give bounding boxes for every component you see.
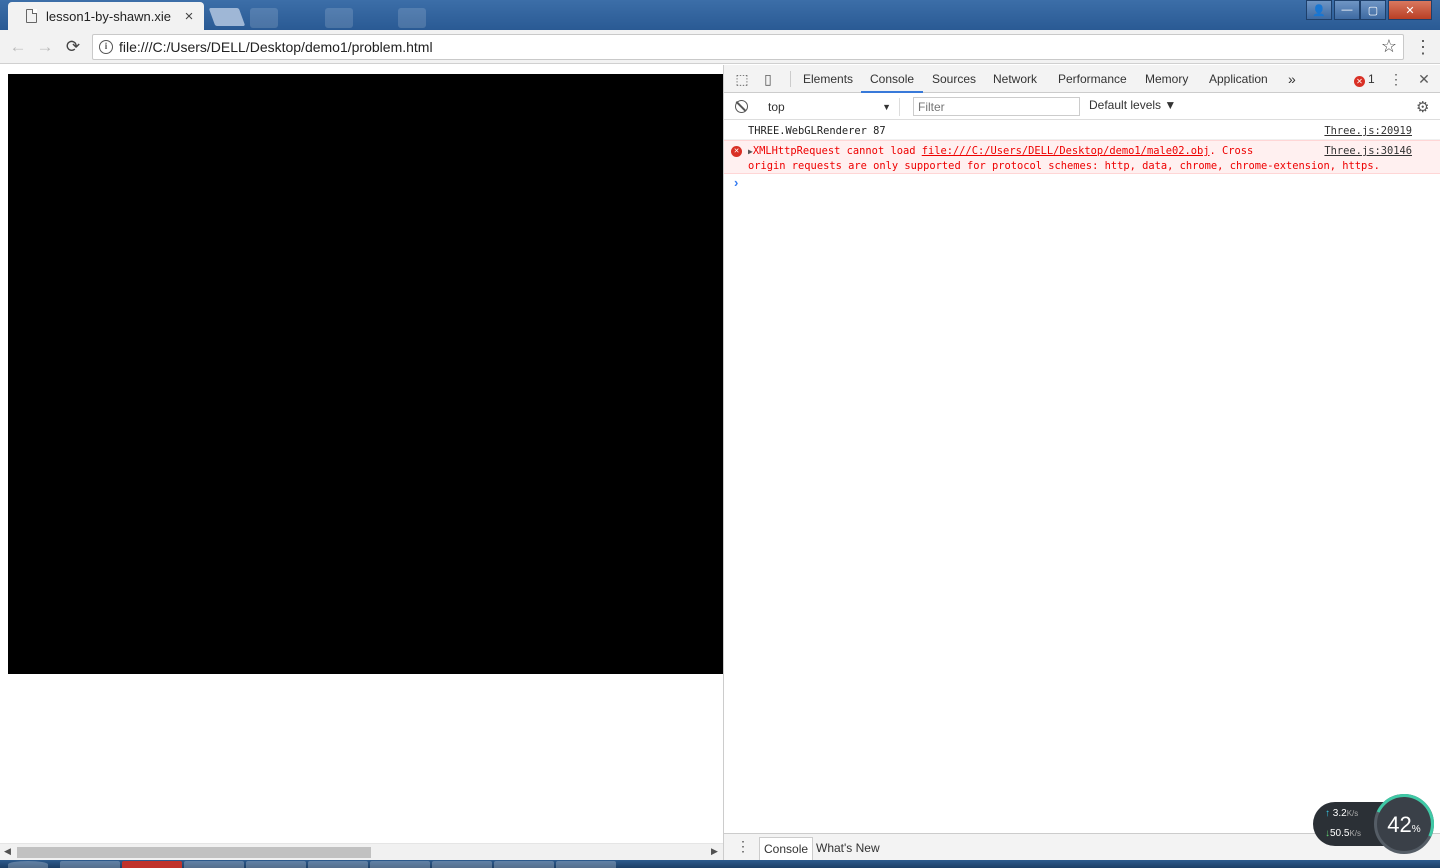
webgl-canvas[interactable] [8,74,723,674]
source-link[interactable]: Three.js:20919 [1324,124,1412,138]
browser-toolbar: ← → ⟳ i file:///C:/Users/DELL/Desktop/de… [0,30,1440,64]
error-icon: ✕ [1354,76,1365,87]
tab-console[interactable]: Console [861,65,924,93]
os-taskbar [0,860,1440,868]
minimize-button[interactable]: — [1334,0,1360,20]
context-selector[interactable]: top ▼ [760,98,900,116]
error-prefix: XMLHttpRequest cannot load [752,145,922,157]
console-message-log: THREE.WebGLRenderer 87 Three.js:20919 [724,121,1440,140]
drawer-tab-whats-new[interactable]: What's New [812,837,884,861]
console-output: THREE.WebGLRenderer 87 Three.js:20919 ✕ … [724,121,1440,192]
more-tabs-icon[interactable]: » [1288,65,1296,93]
page-viewport [0,65,723,843]
upload-arrow-icon: ↑ [1325,808,1330,819]
maximize-button[interactable]: ▢ [1360,0,1386,20]
taskbar-item[interactable] [184,861,244,868]
scrollbar-thumb[interactable] [17,847,371,858]
taskbar-ghost-icon [250,8,278,28]
forward-button[interactable]: → [34,36,56,58]
scroll-left-icon[interactable]: ◀ [4,846,11,857]
user-button[interactable]: 👤 [1306,0,1332,20]
new-tab-button[interactable] [208,8,246,26]
taskbar-item[interactable] [308,861,368,868]
drawer-menu-icon[interactable]: ⋮ [736,838,750,855]
usage-gauge[interactable]: 42% [1365,785,1440,863]
taskbar-item[interactable] [494,861,554,868]
upload-speed: ↑ 3.2K/s [1325,808,1358,819]
taskbar-item[interactable] [246,861,306,868]
taskbar-ghost-icon [398,8,426,28]
devtools-menu-icon[interactable]: ⋮ [1388,71,1404,87]
scroll-right-icon[interactable]: ▶ [711,846,718,857]
console-prompt[interactable]: › [724,174,1440,192]
error-file-link[interactable]: file:///C:/Users/DELL/Desktop/demo1/male… [922,145,1210,157]
source-link[interactable]: Three.js:30146 [1324,144,1412,158]
context-value: top [768,100,785,114]
taskbar-item[interactable] [370,861,430,868]
document-icon [26,9,37,23]
taskbar-item[interactable] [60,861,120,868]
download-value: 50.5 [1330,828,1350,839]
log-text: THREE.WebGLRenderer 87 [748,125,886,137]
tab-title: lesson1-by-shawn.xie [46,8,172,24]
tab-sources[interactable]: Sources [932,65,976,93]
address-bar[interactable]: i file:///C:/Users/DELL/Desktop/demo1/pr… [92,34,1404,60]
taskbar-item[interactable] [556,861,616,868]
error-line2: origin requests are only supported for p… [748,160,1380,172]
devtools-panel: ⬚ ▯ Elements Console Sources Network Per… [723,65,1440,861]
error-count-badge[interactable]: ✕ 1 [1354,72,1375,87]
tab-memory[interactable]: Memory [1145,65,1188,93]
console-message-error: ✕ ▶XMLHttpRequest cannot load file:///C:… [724,140,1440,174]
download-unit: K/s [1349,829,1362,838]
horizontal-scrollbar[interactable]: ◀ ▶ [0,843,723,860]
console-filterbar: top ▼ Default levels ▼ ⚙ [724,93,1440,120]
tab-network[interactable]: Network [993,65,1037,93]
taskbar-item[interactable] [432,861,492,868]
filter-input[interactable] [913,97,1080,116]
browser-titlebar: lesson1-by-shawn.xie × 👤 — ▢ ✕ [0,0,1440,30]
tab-application[interactable]: Application [1209,65,1268,93]
bookmark-star-icon[interactable]: ☆ [1381,36,1397,57]
error-icon: ✕ [731,146,742,157]
percent-value: 42 [1387,812,1412,837]
reload-button[interactable]: ⟳ [62,36,84,58]
gear-icon[interactable]: ⚙ [1416,98,1429,116]
devtools-tabbar: ⬚ ▯ Elements Console Sources Network Per… [724,65,1440,93]
download-speed: ↓50.5K/s [1325,828,1361,839]
divider [790,71,791,87]
upload-unit: K/s [1346,809,1359,818]
browser-tab[interactable]: lesson1-by-shawn.xie × [8,2,204,30]
log-levels-dropdown[interactable]: Default levels ▼ [1089,98,1176,112]
error-count: 1 [1368,72,1375,86]
upload-value: 3.2 [1332,808,1347,819]
clear-console-icon[interactable] [735,100,748,113]
error-suffix: . Cross [1209,145,1254,157]
info-icon[interactable]: i [99,40,113,54]
drawer-tab-console[interactable]: Console [759,837,814,861]
back-button[interactable]: ← [7,36,29,58]
gauge-percent: 42% [1377,812,1431,838]
window-close-button[interactable]: ✕ [1388,0,1432,20]
devtools-close-icon[interactable]: ✕ [1416,71,1432,87]
tab-performance[interactable]: Performance [1058,65,1127,93]
url-text[interactable]: file:///C:/Users/DELL/Desktop/demo1/prob… [119,39,433,55]
tab-close-icon[interactable]: × [180,8,198,25]
start-button[interactable] [8,861,48,868]
taskbar-item[interactable] [122,861,182,868]
tab-elements[interactable]: Elements [803,65,853,93]
taskbar-ghost-icon [325,8,353,28]
browser-menu-button[interactable]: ⋮ [1414,36,1432,58]
percent-sign: % [1411,824,1421,835]
dropdown-arrow-icon: ▼ [882,102,891,112]
inspect-element-icon[interactable]: ⬚ [734,71,750,87]
device-toolbar-icon[interactable]: ▯ [760,71,776,87]
